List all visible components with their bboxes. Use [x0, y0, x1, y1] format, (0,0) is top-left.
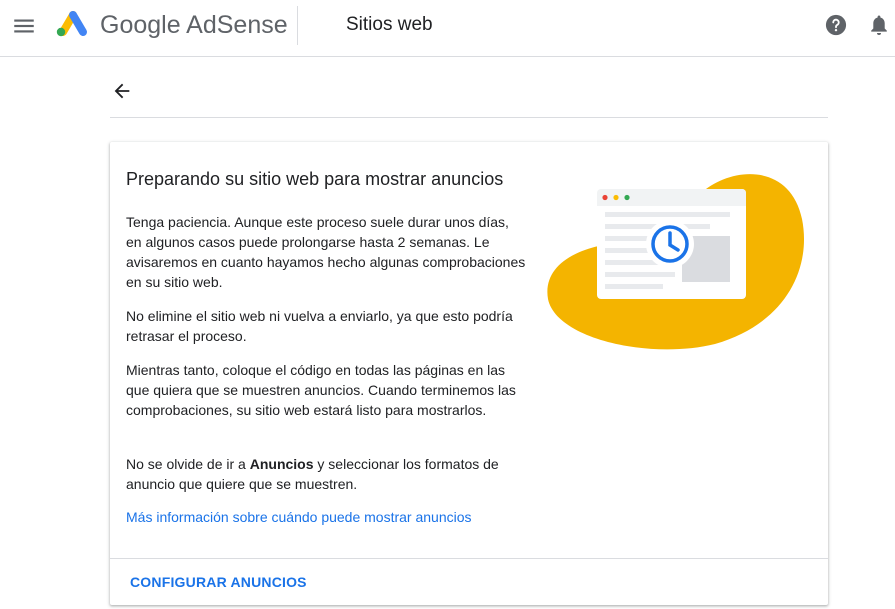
card-actions-divider — [110, 558, 828, 559]
ads-reminder-paragraph: No se olvide de ir a Anuncios y seleccio… — [126, 454, 526, 494]
browser-clock-illustration — [540, 164, 810, 354]
top-app-bar: Google AdSense Sitios web — [0, 0, 895, 57]
site-review-card: Preparando su sitio web para mostrar anu… — [110, 142, 828, 605]
place-code-paragraph: Mientras tanto, coloque el código en tod… — [126, 362, 516, 418]
notifications-bell-icon[interactable] — [869, 14, 889, 36]
header-divider — [297, 6, 298, 45]
ads-reminder-text-before: No se olvide de ir a — [126, 456, 250, 472]
ads-reminder-bold: Anuncios — [249, 456, 314, 472]
adsense-logo-icon[interactable] — [54, 8, 90, 38]
configure-ads-button[interactable]: CONFIGURAR ANUNCIOS — [122, 567, 315, 597]
arrow-back-icon[interactable] — [111, 80, 133, 102]
help-icon[interactable] — [825, 14, 847, 36]
page-divider — [110, 117, 828, 118]
learn-more-link[interactable]: Más información sobre cuándo puede mostr… — [126, 509, 472, 525]
card-title: Preparando su sitio web para mostrar anu… — [126, 169, 504, 189]
patience-paragraph: Tenga paciencia. Aunque este proceso sue… — [126, 214, 526, 290]
section-title: Sitios web — [346, 14, 433, 35]
product-name: Google AdSense — [100, 11, 288, 39]
no-delete-paragraph: No elimine el sitio web ni vuelva a envi… — [126, 308, 513, 344]
menu-icon[interactable] — [11, 13, 37, 39]
